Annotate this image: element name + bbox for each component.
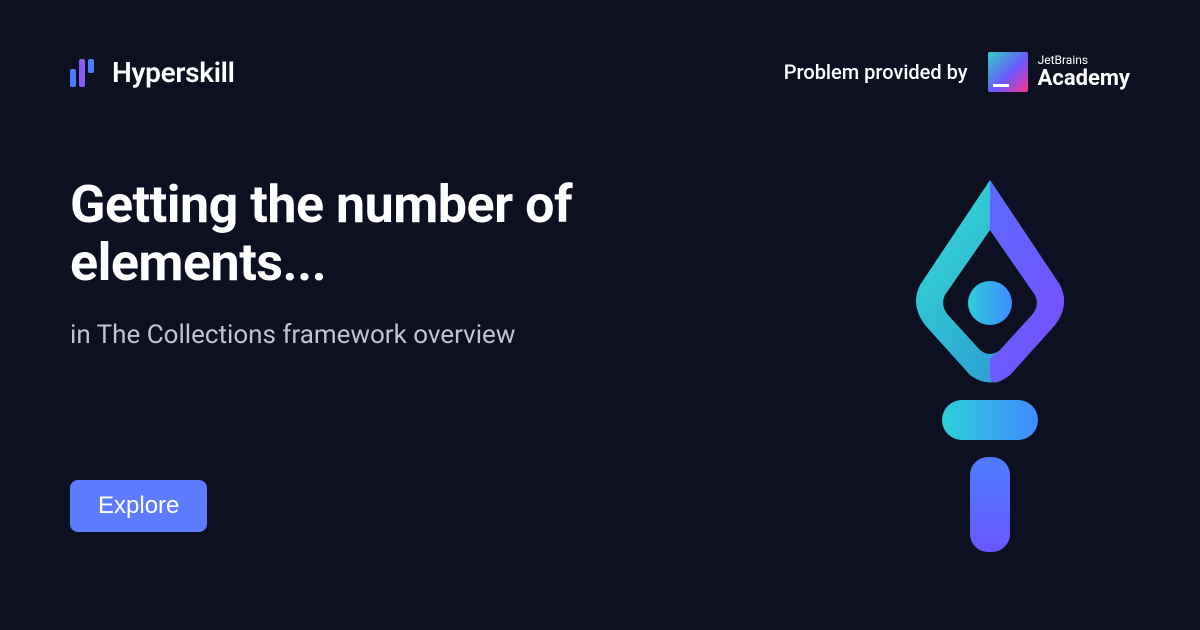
hyperskill-icon [70, 57, 100, 87]
explore-button[interactable]: Explore [70, 480, 207, 532]
hyperskill-brand-text: Hyperskill [112, 56, 235, 89]
jetbrains-academy-logo[interactable]: JetBrains Academy [988, 52, 1130, 92]
provided-by-label: Problem provided by [784, 60, 968, 84]
jetbrains-big-text: Academy [1038, 67, 1130, 90]
hyperskill-logo[interactable]: Hyperskill [70, 56, 235, 89]
pen-nib-icon [890, 175, 1090, 555]
page-subtitle: in The Collections framework overview [70, 320, 750, 350]
text-block: Getting the number of elements... in The… [70, 176, 750, 532]
jetbrains-text: JetBrains Academy [1038, 54, 1130, 90]
jetbrains-icon [988, 52, 1028, 92]
header: Hyperskill Problem provided by JetBrains… [0, 0, 1200, 92]
provider-block: Problem provided by JetBrains Academy [784, 52, 1130, 92]
page-title: Getting the number of elements... [70, 176, 750, 292]
jetbrains-small-text: JetBrains [1038, 54, 1130, 67]
